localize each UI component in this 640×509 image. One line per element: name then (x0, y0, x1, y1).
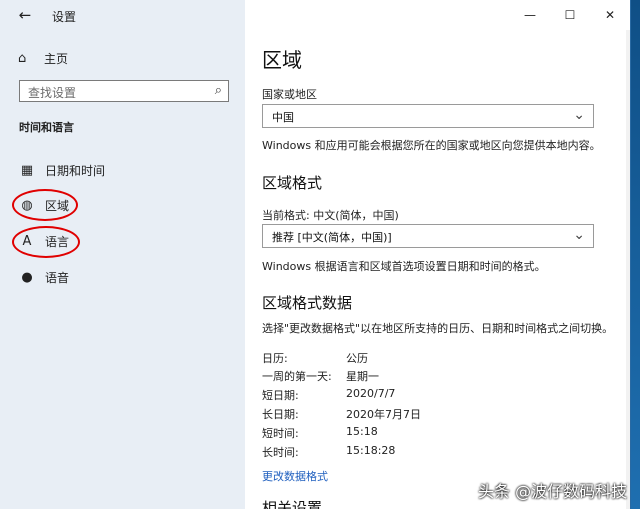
annotation-circle-region (12, 189, 78, 221)
sidebar-section-title: 时间和语言 (19, 121, 74, 134)
format-data-key: 长时间: (262, 446, 299, 459)
close-button[interactable]: ✕ (590, 0, 630, 30)
format-heading: 区域格式 (262, 174, 323, 192)
search-placeholder: 查找设置 (28, 86, 77, 100)
format-data-heading: 区域格式数据 (262, 294, 353, 312)
annotation-circle-language (12, 226, 80, 258)
format-data-row: 长时间: 15:18:28 (262, 444, 512, 462)
search-input[interactable]: 查找设置 ⌕ (19, 80, 229, 102)
format-data-value: 2020年7月7日 (346, 408, 421, 421)
main-content: — ☐ ✕ 区域 国家或地区 中国 ⌄ Windows 和应用可能会根据您所在的… (245, 0, 630, 509)
country-dropdown[interactable]: 中国 ⌄ (262, 104, 594, 128)
format-data-key: 日历: (262, 352, 288, 365)
format-data-value: 2020/7/7 (346, 387, 396, 400)
title-bar: ← 设置 (0, 0, 245, 30)
search-icon: ⌕ (214, 83, 222, 98)
related-settings-heading: 相关设置 (262, 499, 323, 509)
country-label: 国家或地区 (262, 88, 317, 101)
format-data-key: 一周的第一天: (262, 370, 332, 383)
back-arrow-icon[interactable]: ← (15, 5, 35, 25)
country-value: 中国 (272, 111, 294, 124)
microphone-icon: ● (21, 269, 33, 285)
change-data-format-link[interactable]: 更改数据格式 (262, 468, 328, 484)
format-data-value: 15:18 (346, 425, 378, 438)
sidebar-item-date-time[interactable]: ▦ 日期和时间 (19, 158, 105, 182)
page-title: 区域 (262, 48, 302, 72)
format-description: Windows 根据语言和区域首选项设置日期和时间的格式。 (262, 260, 546, 273)
calendar-clock-icon: ▦ (20, 162, 34, 178)
format-data-row: 短时间: 15:18 (262, 425, 512, 443)
watermark: 头条 @波仔数码科技 (478, 482, 628, 501)
settings-window: ← 设置 ⌂ 主页 查找设置 ⌕ 时间和语言 ▦ 日期和时间 ◍ 区域 A 语言… (0, 0, 631, 509)
format-data-key: 短日期: (262, 389, 299, 402)
format-dropdown[interactable]: 推荐 [中文(简体，中国)] ⌄ (262, 224, 594, 248)
format-data-value: 公历 (346, 352, 368, 365)
sidebar-item-speech[interactable]: ● 语音 (19, 265, 69, 289)
format-data-row: 短日期: 2020/7/7 (262, 387, 512, 405)
sidebar-item-label: 日期和时间 (45, 163, 106, 178)
format-data-key: 长日期: (262, 408, 299, 421)
format-data-row: 长日期: 2020年7月7日 (262, 406, 512, 424)
home-icon: ⌂ (18, 50, 27, 66)
chevron-down-icon: ⌄ (573, 107, 585, 123)
window-controls: — ☐ ✕ (510, 0, 630, 30)
format-value: 推荐 [中文(简体，中国)] (272, 231, 392, 244)
scrollbar[interactable] (626, 30, 630, 509)
minimize-button[interactable]: — (510, 0, 550, 30)
sidebar: ← 设置 ⌂ 主页 查找设置 ⌕ 时间和语言 ▦ 日期和时间 ◍ 区域 A 语言… (0, 0, 245, 509)
format-data-row: 一周的第一天: 星期一 (262, 368, 512, 386)
chevron-down-icon: ⌄ (573, 227, 585, 243)
sidebar-item-label: 语音 (45, 270, 70, 285)
app-title: 设置 (52, 10, 77, 24)
maximize-button[interactable]: ☐ (550, 0, 590, 30)
country-description: Windows 和应用可能会根据您所在的国家或地区向您提供本地内容。 (262, 139, 601, 152)
home-nav-item[interactable]: ⌂ 主页 (18, 48, 68, 68)
format-data-row: 日历: 公历 (262, 350, 512, 368)
current-format-label: 当前格式: 中文(简体，中国) (262, 209, 399, 222)
format-data-value: 星期一 (346, 370, 379, 383)
format-data-value: 15:18:28 (346, 444, 396, 457)
home-label: 主页 (44, 51, 69, 66)
format-data-key: 短时间: (262, 427, 299, 440)
format-data-description: 选择"更改数据格式"以在地区所支持的日历、日期和时间格式之间切换。 (262, 322, 614, 335)
